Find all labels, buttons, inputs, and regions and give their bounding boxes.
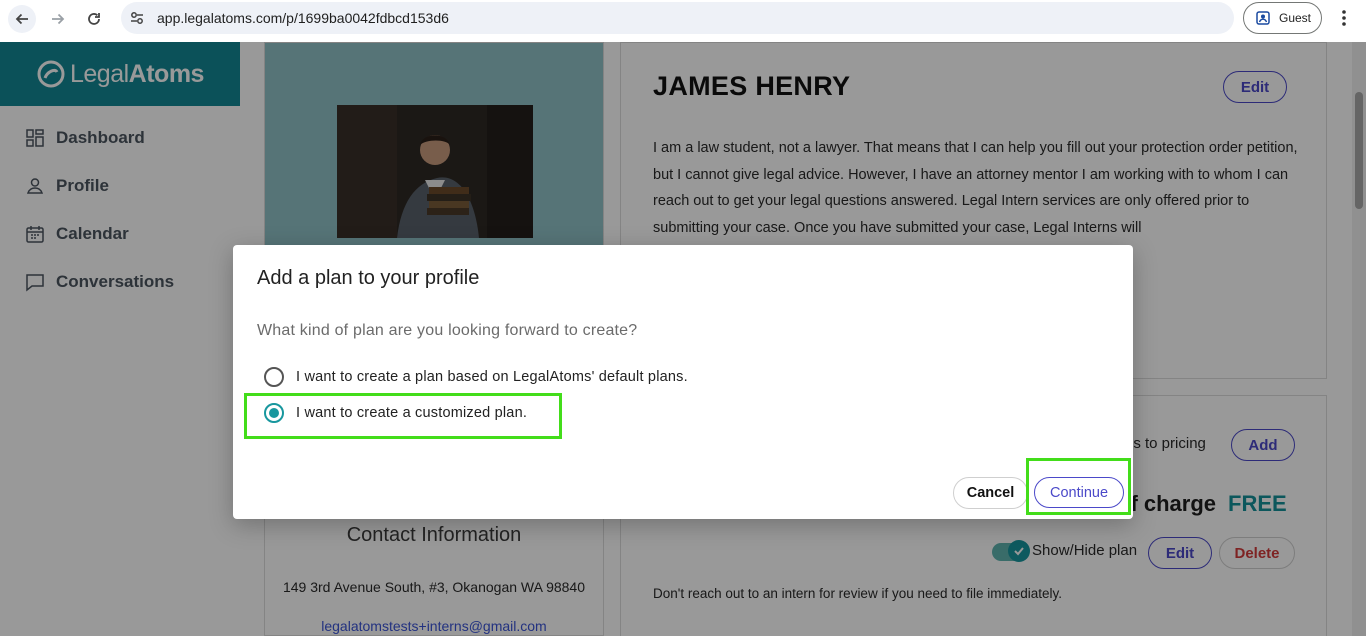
highlight-box-option bbox=[244, 393, 562, 439]
dialog-title: Add a plan to your profile bbox=[257, 267, 480, 289]
reload-icon bbox=[88, 13, 100, 25]
more-vert-icon bbox=[1342, 10, 1346, 26]
arrow-left-icon bbox=[15, 13, 28, 25]
person-badge-icon bbox=[1256, 11, 1270, 25]
address-bar[interactable]: app.legalatoms.com/p/1699ba0042fdbcd153d… bbox=[121, 2, 1234, 34]
option-default-plan[interactable]: I want to create a plan based on LegalAt… bbox=[264, 365, 688, 389]
profile-button[interactable]: Guest bbox=[1243, 2, 1322, 34]
option-label: I want to create a plan based on LegalAt… bbox=[296, 369, 688, 385]
add-plan-dialog: Add a plan to your profile What kind of … bbox=[233, 245, 1133, 519]
reload-button[interactable] bbox=[80, 5, 108, 33]
cancel-button[interactable]: Cancel bbox=[953, 477, 1028, 509]
browser-menu-button[interactable] bbox=[1334, 6, 1354, 30]
arrow-right-icon bbox=[52, 13, 65, 25]
radio-default-plan[interactable] bbox=[264, 367, 284, 387]
highlight-box-continue bbox=[1026, 458, 1131, 515]
forward-button[interactable] bbox=[44, 5, 72, 33]
profile-label: Guest bbox=[1279, 11, 1312, 25]
browser-toolbar: app.legalatoms.com/p/1699ba0042fdbcd153d… bbox=[0, 0, 1366, 38]
dialog-question: What kind of plan are you looking forwar… bbox=[257, 322, 638, 339]
url-text: app.legalatoms.com/p/1699ba0042fdbcd153d… bbox=[157, 10, 449, 26]
back-button[interactable] bbox=[8, 5, 36, 33]
site-settings-icon[interactable] bbox=[129, 10, 145, 26]
